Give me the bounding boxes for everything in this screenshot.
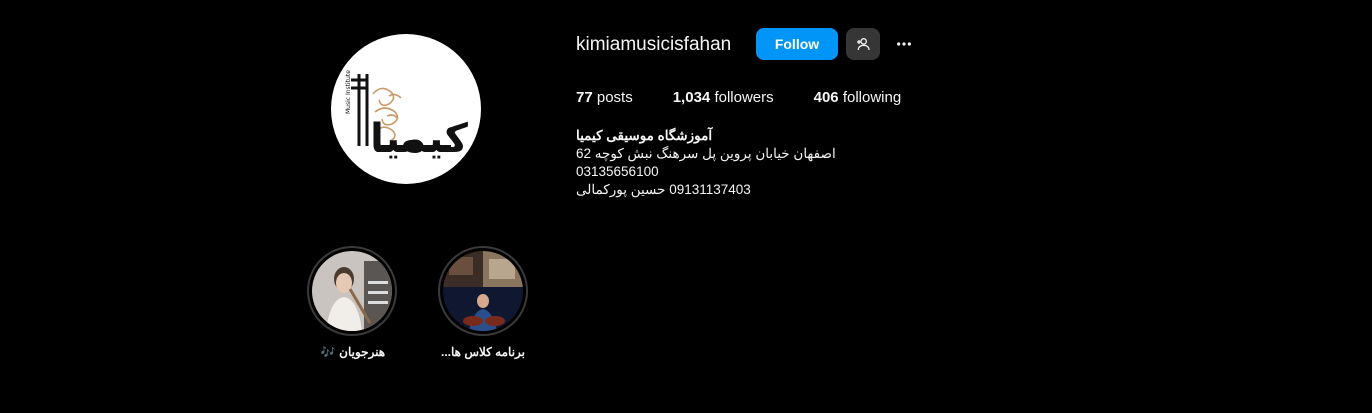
highlight-label: هنرجویان 🎶 [297,345,407,359]
profile-page: Music Institute کیمیا kimiamusicisfahan … [0,0,1372,413]
bio-phone: 03135656100 [576,164,659,179]
followers-count: 1,034 [672,89,711,106]
bio-name: آموزشگاه موسیقی کیمیا [576,128,713,143]
followers-label: followers [714,89,774,106]
posts-count: 77 [576,89,593,106]
highlight-label: برنامه کلاس ها... [428,345,538,359]
highlight-item[interactable]: برنامه کلاس ها... [428,246,538,359]
more-options-button[interactable] [890,30,918,58]
profile-bio: آموزشگاه موسیقی کیمیا اصفهان خیابان پروی… [576,127,836,199]
bio-address: اصفهان خیابان پروین پل سرهنگ نبش کوچه 62 [576,146,836,161]
highlight-label-text: هنرجویان [339,345,386,359]
following-link[interactable]: 406 following [814,89,902,107]
music-notes-icon: 🎶 [320,345,336,359]
highlight-cover-class-schedule [443,251,523,331]
highlight-label-text: برنامه کلاس ها... [441,345,525,359]
highlight-cover-students [312,251,392,331]
profile-stats: 77 posts 1,034 followers 406 following [576,89,941,107]
posts-stat: 77 posts [576,89,633,107]
follow-button[interactable]: Follow [756,28,838,60]
kimia-logo: Music Institute کیمیا [345,70,469,162]
highlight-cover-image [443,251,523,331]
highlight-ring [307,246,397,336]
posts-label: posts [596,89,633,106]
suggested-accounts-button[interactable] [846,28,880,60]
highlight-cover-image [312,251,392,331]
following-label: following [842,89,902,106]
svg-text:کیمیا: کیمیا [370,116,468,162]
profile-username: kimiamusicisfahan [576,34,732,55]
profile-avatar[interactable]: Music Institute کیمیا [331,34,481,184]
followers-link[interactable]: 1,034 followers [673,89,774,107]
more-horizontal-icon [897,42,911,46]
person-add-icon [857,38,870,51]
following-count: 406 [813,89,839,106]
highlight-item[interactable]: هنرجویان 🎶 [297,246,407,359]
bio-contact: 09131137403 حسین پورکمالی [576,182,751,197]
svg-text:Music Institute: Music Institute [345,70,352,114]
highlight-ring [438,246,528,336]
